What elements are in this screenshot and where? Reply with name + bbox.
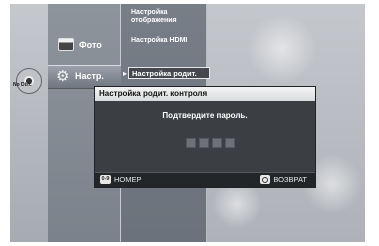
password-input[interactable] [186,138,235,148]
number-hint: 0-9 НОМЕР [100,175,142,184]
disc-status-label: No Disc [13,82,32,88]
submenu-item-hdmi-setup[interactable]: Настройка HDMI [131,37,201,45]
password-digit-box [199,138,209,148]
menu-item-foto-label: Фото [79,40,102,50]
dialog-title: Настройка родит. контроля [95,87,315,101]
number-hint-label: НОМЕР [114,175,142,184]
photo-icon [58,38,74,51]
dialog-footer: 0-9 НОМЕР ВОЗВРАТ [95,172,315,187]
return-icon [260,175,271,184]
number-keys-icon: 0-9 [100,175,111,184]
return-button[interactable]: ВОЗВРАТ [260,175,307,184]
chevron-right-icon: ▸ [123,69,128,78]
disc-column [10,4,48,242]
password-digit-box [212,138,222,148]
dialog-message: Подтвердите пароль. [162,111,248,120]
bokeh-light [247,14,317,84]
submenu-item-display-setup[interactable]: Настройка отображения [131,9,201,25]
menu-item-setup-label: Настр. [75,71,104,81]
return-label: ВОЗВРАТ [273,175,307,184]
submenu-item-parental-setup[interactable]: Настройка родит. [128,67,210,79]
parental-control-dialog: Настройка родит. контроля Подтвердите па… [94,86,316,188]
tv-menu-screen: No Disc Фото ⚙ Настр. Настройка отображе… [10,4,365,242]
no-disc-icon [16,68,42,94]
password-digit-box [186,138,196,148]
gear-icon: ⚙ [56,68,70,85]
password-digit-box [225,138,235,148]
